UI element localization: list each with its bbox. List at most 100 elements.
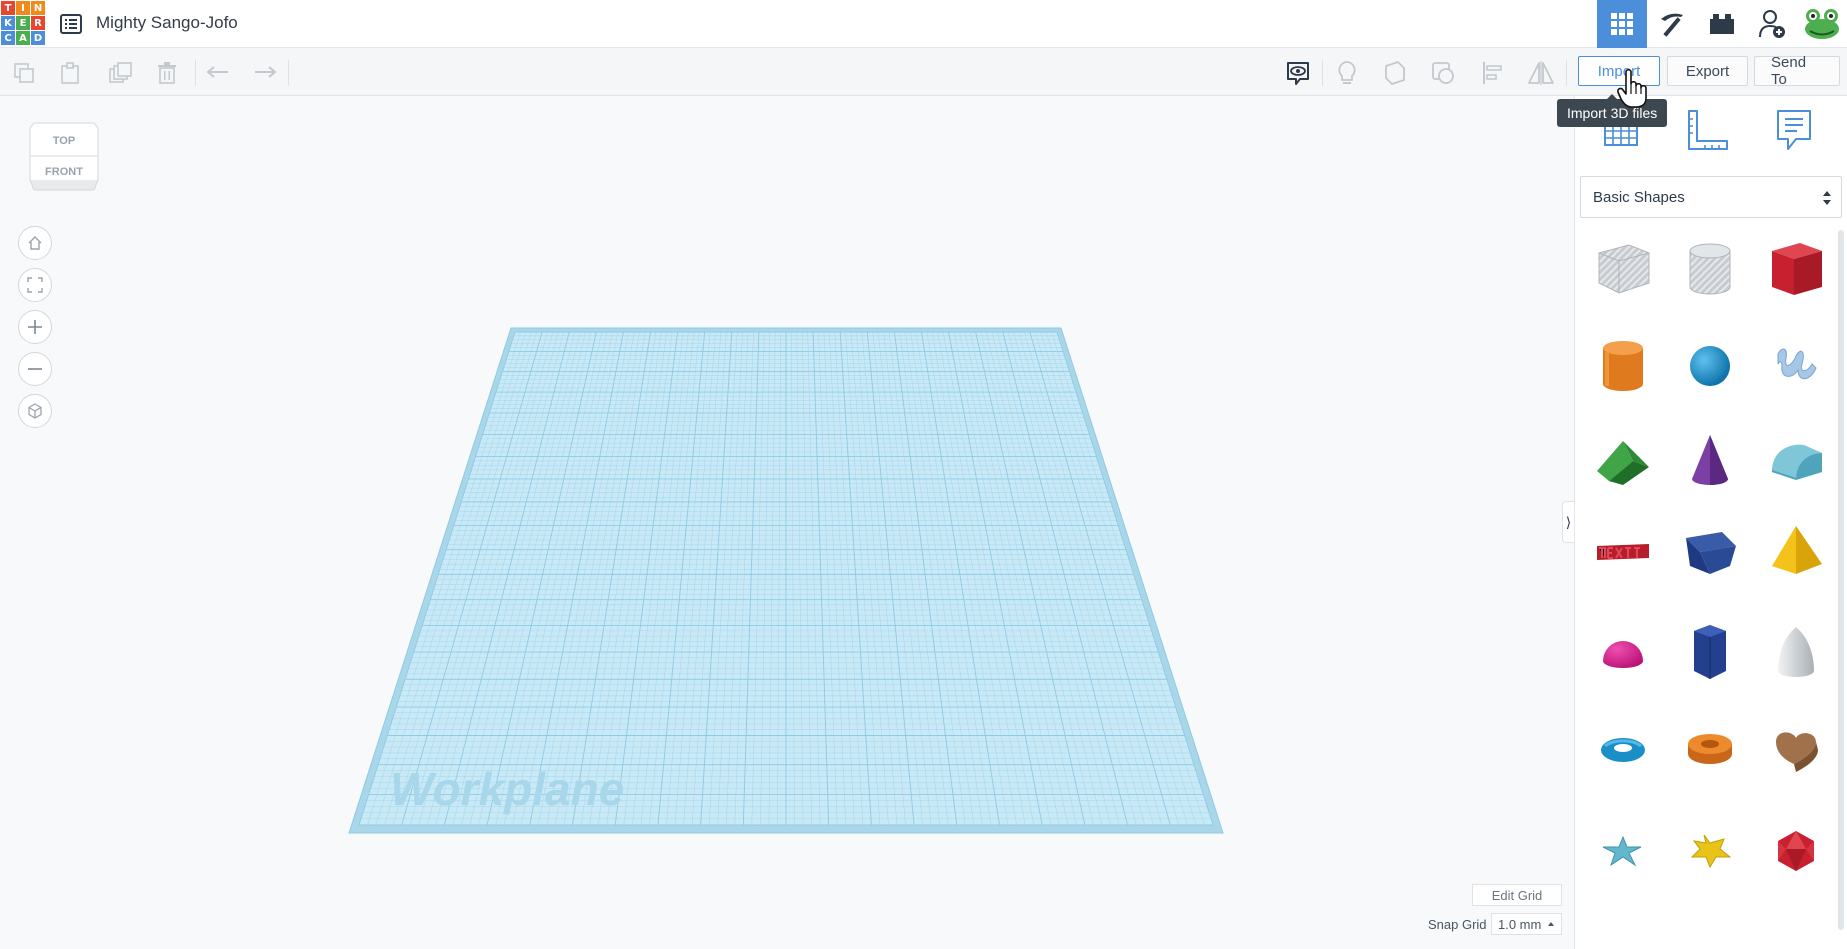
sphere-icon	[1690, 346, 1730, 386]
3d-viewport[interactable]: TOP FRONT Workplane Edit Grid Snap Grid …	[0, 96, 1574, 949]
pyramid-icon	[1772, 526, 1822, 574]
shape-icosahedron[interactable]	[1761, 814, 1831, 884]
shape-star[interactable]	[1588, 814, 1658, 884]
add-user-icon	[1759, 10, 1785, 38]
3d-design-button[interactable]	[1597, 0, 1647, 48]
edit-grid-button[interactable]: Edit Grid	[1472, 884, 1562, 906]
shape-heart[interactable]	[1761, 715, 1831, 785]
design-title[interactable]: Mighty Sango-Jofo	[96, 13, 238, 33]
scribble-icon	[1777, 348, 1817, 380]
hexagonal-prism-icon	[1694, 625, 1726, 679]
brick-icon	[1710, 14, 1734, 34]
notes-tool-button[interactable]	[1769, 106, 1819, 156]
solid-button[interactable]	[1380, 58, 1410, 88]
text-3d-icon	[1597, 544, 1649, 560]
align-icon	[1483, 62, 1502, 84]
bricks-button[interactable]	[1697, 0, 1747, 48]
workspace-switcher	[1597, 0, 1847, 48]
delete-button[interactable]	[152, 58, 182, 88]
top-bar: T I N K E R C A D Mighty Sango-Jofo	[0, 0, 1847, 48]
paste-button[interactable]	[55, 58, 85, 88]
shape-scribble[interactable]	[1761, 331, 1831, 401]
hand-cursor-icon	[1617, 68, 1647, 108]
hole-shape-icon	[1432, 62, 1454, 84]
note-bubble-icon	[1777, 110, 1811, 150]
shape-category-select[interactable]: Basic Shapes	[1580, 176, 1842, 218]
tinkercad-logo[interactable]: T I N K E R C A D	[0, 0, 46, 46]
shape-sphere[interactable]	[1675, 331, 1745, 401]
shape-roof[interactable]	[1588, 426, 1658, 496]
send-to-button[interactable]: Send To	[1754, 54, 1840, 88]
shape-cone[interactable]	[1675, 426, 1745, 496]
shape-box-hole[interactable]	[1588, 234, 1658, 304]
box-hole-icon	[1598, 244, 1650, 294]
user-avatar[interactable]	[1797, 0, 1847, 48]
icosahedron-icon	[1778, 831, 1814, 871]
list-icon	[60, 14, 82, 34]
frog-avatar-icon	[1805, 9, 1839, 39]
shape-torus[interactable]	[1588, 715, 1658, 785]
import-tooltip: Import 3D files	[1557, 94, 1668, 127]
shapes-scrollbar[interactable]	[1838, 230, 1844, 930]
shape-wedge[interactable]	[1675, 517, 1745, 587]
cone-icon	[1692, 435, 1728, 485]
hole-button[interactable]	[1428, 58, 1458, 88]
shape-star-six-point[interactable]	[1675, 814, 1745, 884]
shape-tube[interactable]	[1675, 715, 1745, 785]
shape-text[interactable]	[1588, 517, 1658, 587]
shape-polygon[interactable]	[1675, 618, 1745, 688]
invite-user-button[interactable]	[1747, 0, 1797, 48]
torus-icon	[1601, 738, 1645, 762]
shape-round-roof[interactable]	[1761, 426, 1831, 496]
shape-cylinder-hole[interactable]	[1675, 234, 1745, 304]
toolbar-divider	[288, 60, 289, 86]
notes-button[interactable]	[1332, 58, 1362, 88]
workplane-label: Workplane	[390, 763, 624, 815]
six-point-star-icon	[1690, 834, 1732, 869]
eye-bubble-icon	[1287, 62, 1309, 85]
half-sphere-icon	[1603, 641, 1643, 668]
trash-icon	[158, 62, 176, 84]
toolbar-divider	[195, 60, 196, 86]
chevron-right-icon: ⟩	[1565, 513, 1572, 530]
box-icon	[1772, 243, 1822, 295]
undo-button[interactable]	[203, 58, 233, 88]
redo-icon	[255, 66, 277, 78]
caret-up-icon	[1548, 922, 1554, 926]
redo-button[interactable]	[250, 58, 280, 88]
shape-cylinder[interactable]	[1588, 331, 1658, 401]
sort-arrows-icon	[1823, 191, 1831, 205]
ruler-icon	[1688, 110, 1728, 150]
wedge-icon	[1686, 532, 1736, 574]
round-roof-icon	[1771, 444, 1823, 481]
shape-paraboloid[interactable]	[1761, 618, 1831, 688]
align-button[interactable]	[1478, 58, 1508, 88]
paraboloid-icon	[1778, 627, 1814, 677]
lightbulb-icon	[1338, 61, 1356, 84]
pickaxe-icon	[1661, 13, 1683, 37]
cylinder-hole-icon	[1689, 243, 1731, 295]
show-all-button[interactable]	[1283, 58, 1313, 88]
shape-pyramid[interactable]	[1761, 517, 1831, 587]
toolbar-divider	[1566, 60, 1567, 86]
toolbar: Import Export Send To	[0, 48, 1847, 96]
shapes-panel: Basic Shapes	[1574, 96, 1847, 949]
shape-half-sphere[interactable]	[1588, 618, 1658, 688]
snap-grid-value: 1.0 mm	[1498, 916, 1542, 932]
mirror-icon	[1528, 61, 1554, 85]
export-button[interactable]: Export	[1667, 56, 1748, 86]
duplicate-button[interactable]	[105, 58, 135, 88]
snap-grid-select[interactable]: 1.0 mm	[1491, 913, 1562, 935]
star-icon	[1602, 835, 1642, 867]
collapse-panel-button[interactable]: ⟩	[1562, 501, 1574, 543]
copy-icon	[14, 63, 34, 83]
ruler-tool-button[interactable]	[1682, 106, 1732, 156]
copy-button[interactable]	[9, 58, 39, 88]
shape-box[interactable]	[1761, 234, 1831, 304]
mirror-button[interactable]	[1526, 58, 1556, 88]
shape-grid	[1583, 230, 1838, 949]
codeblocks-button[interactable]	[1647, 0, 1697, 48]
workplane[interactable]: Workplane	[0, 96, 1574, 949]
design-list-button[interactable]	[58, 11, 84, 37]
duplicate-icon	[109, 62, 132, 83]
